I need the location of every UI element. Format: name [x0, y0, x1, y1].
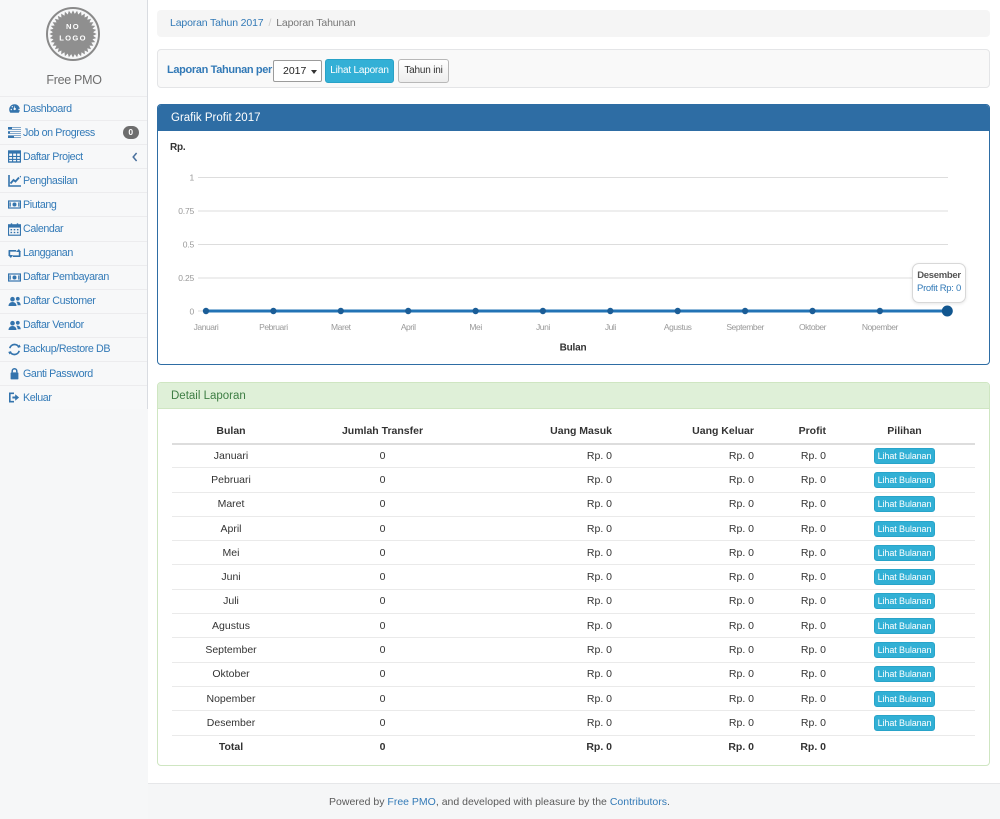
- svg-text:Pebruari: Pebruari: [259, 322, 288, 332]
- svg-text:Bulan: Bulan: [560, 343, 587, 354]
- svg-text:Januari: Januari: [194, 322, 219, 332]
- svg-text:LOGO: LOGO: [59, 33, 87, 42]
- svg-text:NO: NO: [66, 22, 80, 31]
- svg-text:0: 0: [189, 307, 194, 317]
- svg-text:Juli: Juli: [605, 322, 617, 332]
- svg-text:September: September: [726, 322, 764, 332]
- svg-text:Nopember: Nopember: [862, 322, 899, 332]
- svg-text:Juni: Juni: [536, 322, 550, 332]
- svg-text:0.5: 0.5: [183, 240, 195, 250]
- svg-text:0.75: 0.75: [178, 206, 194, 216]
- svg-text:0.25: 0.25: [178, 273, 194, 283]
- svg-text:Mei: Mei: [469, 322, 482, 332]
- svg-text:Agustus: Agustus: [664, 322, 692, 332]
- svg-text:Oktober: Oktober: [799, 322, 827, 332]
- svg-text:April: April: [401, 322, 416, 332]
- svg-text:Maret: Maret: [331, 322, 352, 332]
- svg-text:1: 1: [189, 173, 194, 183]
- svg-text:Rp.: Rp.: [170, 142, 186, 153]
